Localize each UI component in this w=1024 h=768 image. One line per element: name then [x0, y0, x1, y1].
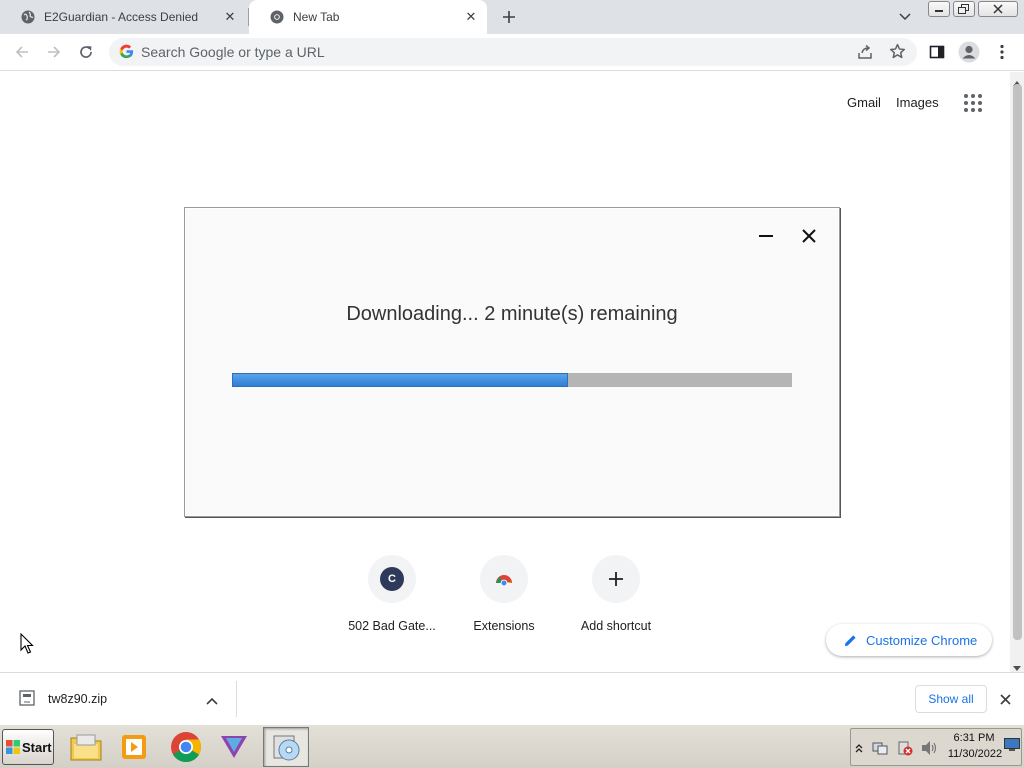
plus-icon: [609, 572, 623, 586]
download-progress-fill: [232, 373, 568, 387]
bookmark-star-icon[interactable]: [889, 43, 906, 63]
close-shelf-button[interactable]: [1000, 693, 1011, 708]
shortcut-favicon: C: [380, 567, 404, 591]
minimize-icon: [935, 10, 943, 12]
chevron-up-icon[interactable]: [855, 741, 863, 756]
folder-icon: [70, 734, 102, 761]
installer-disc-icon: [273, 735, 300, 761]
close-icon: [802, 229, 816, 243]
close-icon: [1000, 694, 1011, 705]
reload-icon: [80, 46, 92, 58]
clock-time[interactable]: 6:31 PM: [952, 732, 996, 744]
show-all-downloads-button[interactable]: Show all: [915, 685, 987, 713]
close-icon[interactable]: ✕: [222, 9, 238, 25]
windows-logo-icon: [6, 740, 20, 754]
minimize-icon: [759, 235, 773, 237]
taskbar-installer[interactable]: [263, 727, 309, 767]
chrome-icon: [269, 9, 285, 25]
tab-new-tab[interactable]: New Tab ✕: [249, 0, 487, 34]
minimize-window-button[interactable]: [928, 1, 950, 17]
omnibox-placeholder: Search Google or type a URL: [141, 44, 325, 60]
customize-chrome-label: Customize Chrome: [866, 632, 978, 648]
close-icon: [993, 4, 1003, 14]
media-player-icon: [122, 735, 146, 759]
start-button[interactable]: Start: [2, 729, 54, 765]
taskbar-vpn[interactable]: [211, 727, 257, 767]
start-label: Start: [22, 739, 52, 755]
share-icon[interactable]: [857, 44, 873, 63]
tab-e2guardian[interactable]: E2Guardian - Access Denied ✕: [0, 0, 246, 34]
tab-title: E2Guardian - Access Denied: [44, 10, 199, 24]
reload-button[interactable]: [72, 38, 100, 66]
system-tray: [850, 728, 1022, 766]
forward-button[interactable]: [40, 38, 68, 66]
close-dialog-button[interactable]: [802, 229, 816, 246]
download-progress-bar: [232, 373, 792, 387]
network-icon[interactable]: [872, 740, 888, 759]
google-apps-icon[interactable]: [964, 94, 982, 115]
scrollbar-thumb[interactable]: [1013, 84, 1022, 640]
volume-icon[interactable]: [921, 740, 939, 759]
kebab-menu-icon: [1000, 44, 1004, 60]
minimize-dialog-button[interactable]: [759, 229, 773, 246]
avatar-icon: [958, 41, 980, 63]
side-panel-button[interactable]: [923, 38, 951, 66]
pencil-icon: [844, 634, 856, 646]
back-arrow-icon: [15, 46, 28, 58]
page-scrollbar[interactable]: [1010, 72, 1024, 672]
gmail-link[interactable]: Gmail: [847, 95, 881, 110]
shortcut-label: Add shortcut: [580, 619, 652, 633]
show-desktop-icon[interactable]: [1004, 738, 1020, 755]
download-dialog: Downloading... 2 minute(s) remaining: [184, 207, 840, 517]
images-link[interactable]: Images: [896, 95, 939, 110]
clock-date[interactable]: 11/30/2022: [944, 748, 1006, 760]
tab-search-button[interactable]: [894, 6, 916, 28]
omnibox[interactable]: Search Google or type a URL: [109, 38, 917, 66]
download-filename[interactable]: tw8z90.zip: [48, 692, 107, 706]
google-g-icon: [119, 44, 134, 62]
customize-chrome-button[interactable]: Customize Chrome: [826, 624, 992, 656]
shortcut-label: 502 Bad Gate...: [348, 619, 436, 633]
add-shortcut-button[interactable]: [592, 555, 640, 603]
new-tab-button[interactable]: [497, 6, 521, 28]
vpn-triangle-icon: [221, 736, 247, 758]
forward-arrow-icon: [48, 46, 61, 58]
plus-icon: [503, 11, 515, 23]
shortcut-label: Extensions: [473, 619, 535, 633]
close-icon[interactable]: ✕: [463, 9, 479, 25]
mouse-cursor-icon: [20, 632, 34, 658]
chrome-logo-icon: [171, 732, 202, 763]
taskbar: Start: [0, 724, 1024, 768]
chevron-down-icon: [899, 13, 911, 21]
shortcut-502-bad-gateway[interactable]: C: [368, 555, 416, 603]
divider: [236, 681, 237, 717]
restore-window-button[interactable]: [953, 1, 975, 17]
browser-toolbar: Search Google or type a URL: [0, 34, 1024, 71]
taskbar-media-player[interactable]: [111, 727, 157, 767]
shortcut-extensions[interactable]: [480, 555, 528, 603]
chrome-logo-icon: [496, 575, 512, 587]
security-alert-icon[interactable]: [897, 740, 913, 759]
taskbar-file-manager[interactable]: [63, 727, 109, 767]
chevron-up-icon[interactable]: [206, 693, 218, 708]
side-panel-icon: [929, 45, 945, 59]
download-status-text: Downloading... 2 minute(s) remaining: [346, 303, 678, 325]
close-window-button[interactable]: [978, 1, 1018, 17]
chrome-menu-button[interactable]: [988, 38, 1016, 66]
tab-strip: E2Guardian - Access Denied ✕ New Tab ✕: [0, 0, 1024, 34]
zip-file-icon: [19, 690, 35, 709]
taskbar-chrome[interactable]: [163, 727, 209, 767]
back-button[interactable]: [8, 38, 36, 66]
profile-button[interactable]: [955, 38, 983, 66]
tab-title: New Tab: [293, 10, 340, 24]
globe-icon: [20, 9, 36, 25]
download-shelf: tw8z90.zip Show all: [0, 672, 1024, 724]
restore-icon: [958, 4, 969, 14]
